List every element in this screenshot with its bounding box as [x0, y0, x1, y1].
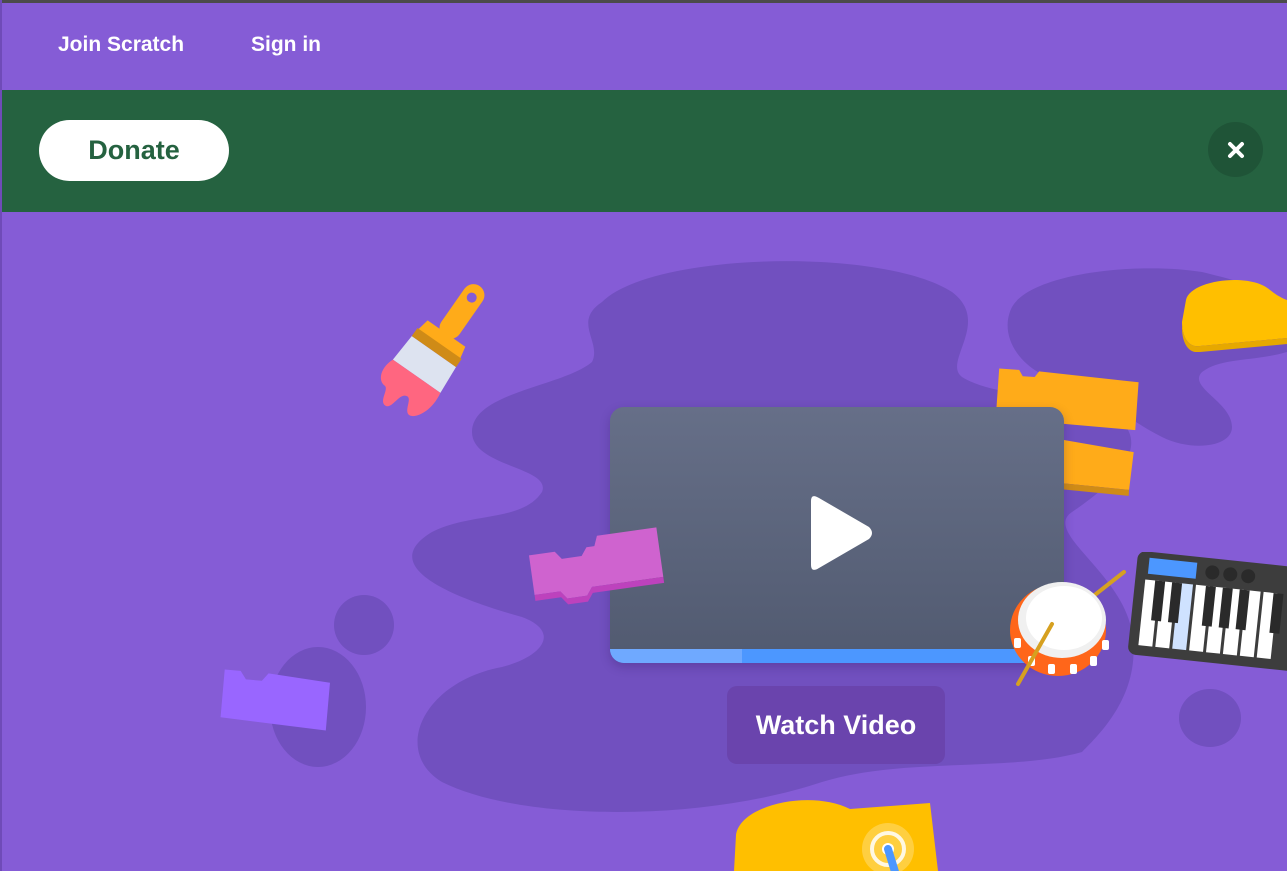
- window-left-border: [0, 0, 2, 871]
- keyboard-icon: [1128, 552, 1287, 671]
- intro-video-player[interactable]: [610, 407, 1064, 663]
- join-scratch-link[interactable]: Join Scratch: [58, 33, 184, 57]
- paintbrush-icon: [380, 284, 485, 417]
- drum-icon: [1010, 570, 1126, 686]
- watch-video-button[interactable]: Watch Video: [727, 686, 945, 764]
- sign-in-link[interactable]: Sign in: [251, 33, 321, 57]
- video-progress-played: [610, 649, 742, 663]
- play-icon: [811, 496, 872, 570]
- puzzle-block-icon: [528, 527, 665, 605]
- close-banner-button[interactable]: [1208, 122, 1263, 177]
- puzzle-block-icon: [734, 800, 938, 871]
- top-nav: Join Scratch Sign in: [0, 3, 1287, 90]
- close-icon: [1227, 141, 1244, 158]
- puzzle-block-icon: [220, 669, 330, 731]
- puzzle-block-icon: [1182, 279, 1287, 352]
- donate-button[interactable]: Donate: [39, 120, 229, 181]
